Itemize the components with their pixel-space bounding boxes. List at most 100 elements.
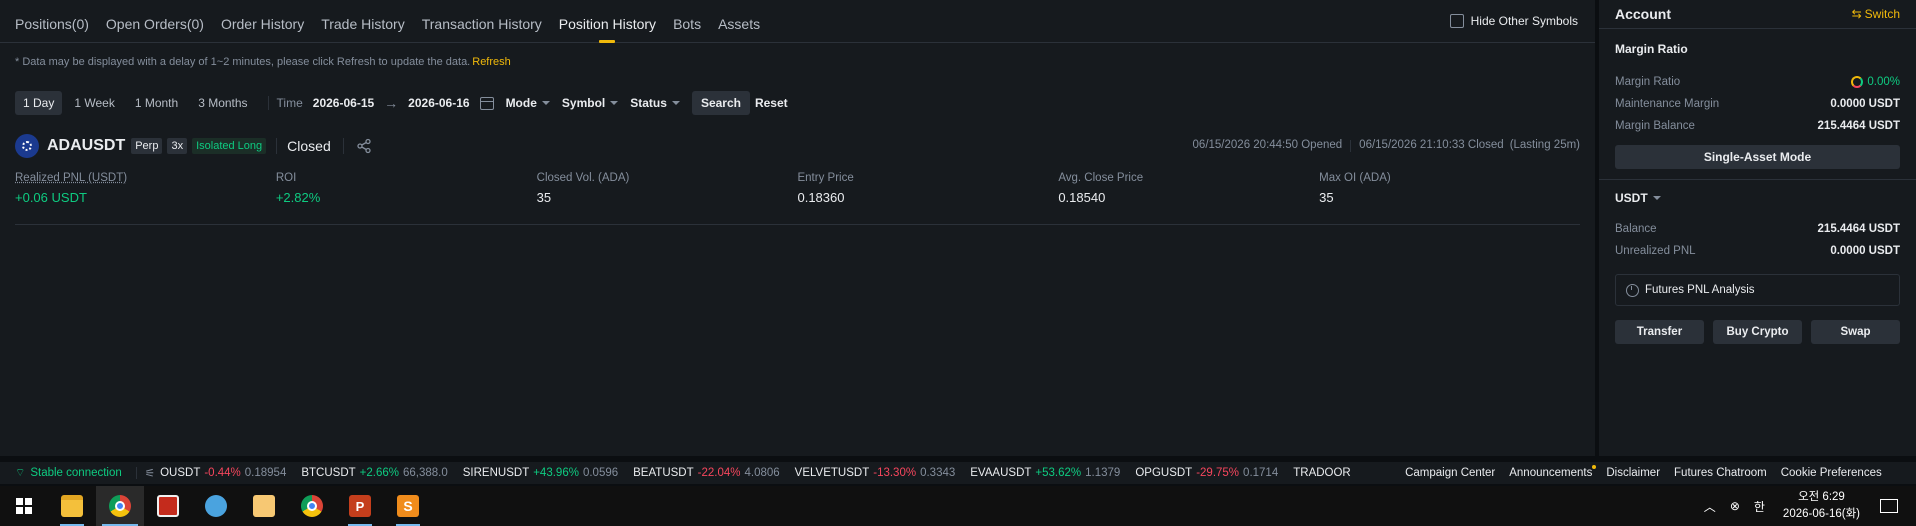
margin-side-badge: Isolated Long (192, 138, 267, 154)
notification-icon[interactable] (1880, 499, 1898, 513)
metric-value: +0.06 USDT (15, 190, 87, 205)
hide-other-symbols-toggle[interactable]: Hide Other Symbols (1449, 14, 1578, 28)
ticker-item[interactable]: EVAAUSDT +53.62% 1.1379 (970, 467, 1120, 479)
ticker-bar: ⌔ Stable connection ⚟ OUSDT -0.44% 0.18954 … (0, 462, 1916, 484)
caret-down-icon (541, 101, 550, 105)
photos-icon (253, 495, 275, 517)
share-icon[interactable] (342, 138, 372, 154)
range-3-months[interactable]: 3 Months (190, 91, 255, 115)
delay-notice-text: * Data may be displayed with a delay of … (15, 56, 471, 68)
metric-label: Max OI (ADA) (1319, 172, 1391, 184)
tab-transaction-history[interactable]: Transaction History (422, 0, 542, 43)
unrealized-pnl-value: 0.0000 USDT (1830, 245, 1900, 257)
close-circle-icon[interactable]: ⊗ (1730, 499, 1740, 513)
chrome-secondary-taskbar-button[interactable] (288, 486, 336, 526)
ticker-item[interactable]: BTCUSDT +2.66% 66,388.0 (301, 467, 447, 479)
mode-dropdown[interactable]: Mode (506, 96, 550, 110)
chevron-up-icon[interactable]: ︿ (1704, 498, 1716, 515)
ticker-item[interactable]: TRADOOR (1293, 467, 1355, 479)
disclaimer-link[interactable]: Disclaimer (1606, 467, 1660, 479)
date-to[interactable]: 2026-06-16 (408, 96, 469, 110)
currency-dropdown[interactable]: USDT (1615, 191, 1900, 205)
range-1-month[interactable]: 1 Month (127, 91, 186, 115)
calendar-icon[interactable] (479, 96, 494, 110)
metric-label: Closed Vol. (ADA) (536, 172, 630, 184)
connection-status: ⌔ Stable connection (0, 466, 122, 480)
search-button[interactable]: Search (691, 91, 750, 115)
ticker-divider (135, 467, 137, 479)
ticker-item[interactable]: OPGUSDT -29.75% 0.1714 (1135, 467, 1278, 479)
margin-ratio-value: 0.00% (1867, 76, 1900, 88)
ticker-item[interactable]: VELVETUSDT -13.30% 0.3343 (795, 467, 956, 479)
futures-pnl-analysis-label: Futures PNL Analysis (1645, 284, 1755, 296)
ticker-item[interactable]: OUSDT -0.44% 0.18954 (160, 467, 286, 479)
margin-ratio-row: Margin Ratio 0.00% (1615, 71, 1900, 93)
unrealized-pnl-label: Unrealized PNL (1615, 245, 1696, 257)
tab-order-history[interactable]: Order History (221, 0, 304, 43)
time-label: Time (276, 96, 303, 110)
metric-value: 35 (536, 190, 552, 205)
ime-indicator[interactable]: 한 (1754, 498, 1765, 515)
futures-chatroom-link[interactable]: Futures Chatroom (1674, 467, 1767, 479)
start-button[interactable] (0, 486, 48, 526)
transfer-button[interactable]: Transfer (1615, 320, 1704, 344)
tab-assets[interactable]: Assets (718, 0, 760, 43)
metric-max-oi: Max OI (ADA) 35 (1319, 172, 1580, 205)
tab-open-orders[interactable]: Open Orders(0) (106, 0, 204, 43)
powerpoint-taskbar-button[interactable]: P (336, 486, 384, 526)
paint-taskbar-button[interactable] (192, 486, 240, 526)
refresh-link[interactable]: Refresh (472, 56, 511, 68)
margin-balance-label: Margin Balance (1615, 120, 1695, 132)
metric-label[interactable]: Realized PNL (USDT) (15, 172, 276, 184)
single-asset-mode-button[interactable]: Single-Asset Mode (1615, 145, 1900, 169)
metric-value: 0.18360 (797, 190, 845, 205)
photos-taskbar-button[interactable] (240, 486, 288, 526)
chrome-taskbar-button[interactable] (96, 486, 144, 526)
symbol-dropdown[interactable]: Symbol (561, 96, 619, 110)
buy-crypto-button[interactable]: Buy Crypto (1713, 320, 1802, 344)
ticker-symbol: OPGUSDT (1135, 467, 1193, 479)
maintenance-margin-value: 0.0000 USDT (1830, 98, 1900, 110)
switch-button[interactable]: ⇆ Switch (1852, 7, 1900, 21)
status-dropdown[interactable]: Status (630, 96, 680, 110)
tab-positions[interactable]: Positions(0) (15, 0, 89, 43)
metric-value: 35 (1319, 190, 1334, 205)
system-clock[interactable]: 오전 6:29 2026-06-16(화) (1783, 489, 1860, 523)
status-label: Status (630, 96, 667, 110)
ticker-symbol: EVAAUSDT (970, 467, 1032, 479)
checkbox-icon[interactable] (1449, 14, 1464, 28)
metric-label: Avg. Close Price (1058, 172, 1144, 184)
date-from[interactable]: 2026-06-15 (313, 96, 374, 110)
metric-roi: ROI +2.82% (276, 172, 537, 205)
chrome-icon (109, 495, 131, 517)
ticker-item[interactable]: SIRENUSDT +43.96% 0.0596 (463, 467, 618, 479)
tab-trade-history[interactable]: Trade History (321, 0, 405, 43)
campaign-center-link[interactable]: Campaign Center (1405, 467, 1495, 479)
file-explorer-taskbar-button[interactable] (48, 486, 96, 526)
range-1-day[interactable]: 1 Day (15, 91, 63, 115)
tab-position-history[interactable]: Position History (559, 0, 656, 43)
futures-pnl-analysis-button[interactable]: Futures PNL Analysis (1615, 274, 1900, 306)
powerpoint-icon: P (349, 495, 371, 517)
ticker-price: 1.1379 (1085, 467, 1121, 479)
position-symbol[interactable]: ADAUSDT (47, 137, 125, 155)
ticker-settings-icon[interactable]: ⚟ (145, 466, 155, 480)
footer-links: Campaign Center Announcements Disclaimer… (1405, 465, 1896, 479)
announcements-link[interactable]: Announcements (1509, 465, 1597, 479)
reset-button[interactable]: Reset (755, 96, 788, 110)
app-taskbar-button[interactable] (144, 486, 192, 526)
sublime-taskbar-button[interactable]: S (384, 486, 432, 526)
symbol-label: Symbol (561, 96, 606, 110)
range-1-week[interactable]: 1 Week (66, 91, 122, 115)
ticker-item[interactable]: BEATUSDT -22.04% 4.0806 (633, 467, 780, 479)
switch-arrows-icon: ⇆ (1851, 7, 1862, 21)
margin-ratio-label: Margin Ratio (1615, 76, 1681, 88)
swap-button[interactable]: Swap (1811, 320, 1900, 344)
account-title: Account (1615, 6, 1671, 22)
gauge-icon (1851, 76, 1864, 88)
delay-notice: * Data may be displayed with a delay of … (0, 43, 1595, 71)
tab-bots[interactable]: Bots (673, 0, 701, 43)
cookie-preferences-link[interactable]: Cookie Preferences (1781, 467, 1882, 479)
metric-realized-pnl: Realized PNL (USDT) +0.06 USDT (15, 172, 276, 205)
metric-closed-vol: Closed Vol. (ADA) 35 (537, 172, 798, 205)
